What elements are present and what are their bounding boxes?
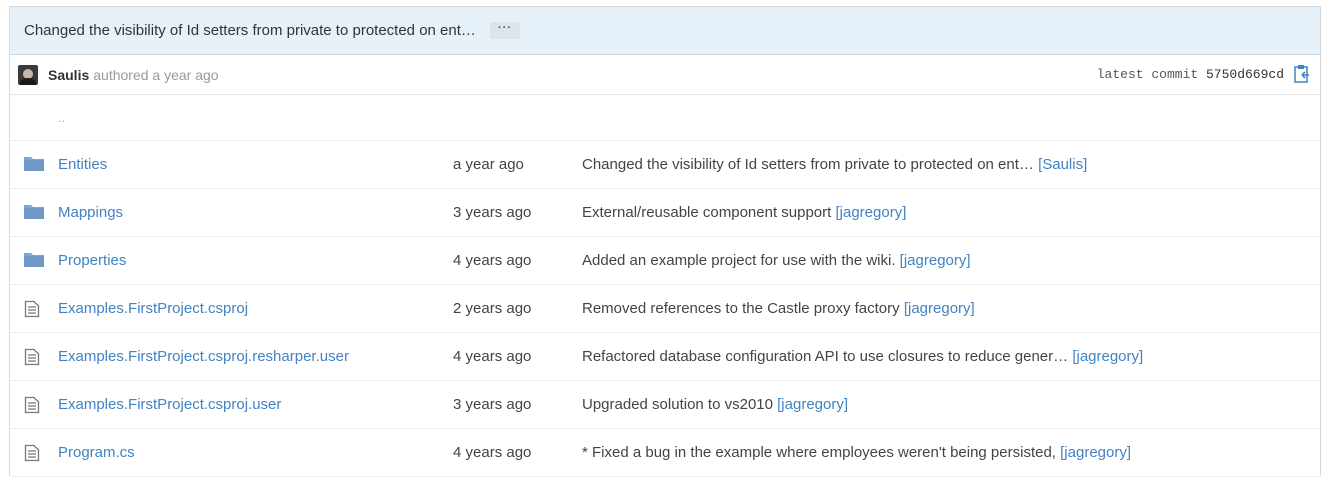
file-name-link[interactable]: Examples.FirstProject.csproj bbox=[58, 300, 248, 317]
commit-message-text[interactable]: Changed the visibility of Id setters fro… bbox=[582, 156, 1034, 173]
commit-message-text[interactable]: Upgraded solution to vs2010 bbox=[582, 396, 773, 413]
commit-message: Added an example project for use with th… bbox=[582, 252, 971, 269]
file-name-link[interactable]: Mappings bbox=[58, 204, 123, 221]
commit-author-link[interactable]: [jagregory] bbox=[1072, 348, 1143, 365]
file-name-link[interactable]: Examples.FirstProject.csproj.resharper.u… bbox=[58, 348, 349, 365]
file-name-link[interactable]: Entities bbox=[58, 156, 107, 173]
file-age: 2 years ago bbox=[453, 300, 532, 317]
commit-message: Removed references to the Castle proxy f… bbox=[582, 300, 975, 317]
file-name-link[interactable]: Program.cs bbox=[58, 444, 135, 461]
file-name-link[interactable]: Properties bbox=[58, 252, 126, 269]
commit-author-link[interactable]: [Saulis] bbox=[1038, 156, 1087, 173]
file-row: Examples.FirstProject.csproj.resharper.u… bbox=[10, 333, 1320, 381]
file-row: Examples.FirstProject.csproj.user 3 years… bbox=[10, 381, 1320, 429]
file-text-icon bbox=[24, 300, 40, 322]
commit-author-link[interactable]: [jagregory] bbox=[904, 300, 975, 317]
commit-authored-time: authored a year ago bbox=[93, 66, 219, 83]
commit-author-link[interactable]: [jagregory] bbox=[777, 396, 848, 413]
commit-meta-bar: Saulis authored a year ago latest commit… bbox=[10, 55, 1320, 95]
commit-author-link[interactable]: [jagregory] bbox=[900, 252, 971, 269]
commit-author-link[interactable]: [jagregory] bbox=[1060, 444, 1131, 461]
commit-author[interactable]: Saulis bbox=[48, 67, 89, 83]
file-browser: Changed the visibility of Id setters fro… bbox=[9, 6, 1321, 477]
file-row: Program.cs 4 years ago * Fixed a bug in th… bbox=[10, 429, 1320, 477]
commit-title[interactable]: Changed the visibility of Id setters fro… bbox=[24, 22, 476, 39]
file-row: Entities a year ago Changed the visibility… bbox=[10, 141, 1320, 189]
file-age: 3 years ago bbox=[453, 396, 532, 413]
file-age: 4 years ago bbox=[453, 252, 532, 269]
commit-message-text[interactable]: External/reusable component support bbox=[582, 204, 831, 221]
parent-directory-link[interactable]: .. bbox=[58, 110, 65, 125]
file-row: Mappings 3 years ago External/reusable com… bbox=[10, 189, 1320, 237]
expand-message-button[interactable]: ··· bbox=[489, 22, 520, 39]
file-row: Examples.FirstProject.csproj 2 years ago R… bbox=[10, 285, 1320, 333]
file-text-icon bbox=[24, 348, 40, 370]
file-row: Properties 4 years ago Added an example pr… bbox=[10, 237, 1320, 285]
commit-message: External/reusable component support [jag… bbox=[582, 204, 906, 221]
file-age: 3 years ago bbox=[453, 204, 532, 221]
commit-message: Refactored database configuration API to… bbox=[582, 348, 1143, 365]
file-age: 4 years ago bbox=[453, 348, 532, 365]
parent-directory-row[interactable]: .. bbox=[10, 95, 1320, 141]
commit-message-text[interactable]: Removed references to the Castle proxy f… bbox=[582, 300, 900, 317]
file-age: a year ago bbox=[453, 156, 524, 173]
commit-message: * Fixed a bug in the example where emplo… bbox=[582, 444, 1131, 461]
folder-icon bbox=[24, 156, 44, 176]
folder-icon bbox=[24, 204, 44, 224]
file-age: 4 years ago bbox=[453, 444, 532, 461]
latest-commit: latest commit 5750d669cd bbox=[1097, 67, 1284, 82]
commit-sha[interactable]: 5750d669cd bbox=[1206, 67, 1284, 82]
avatar[interactable] bbox=[18, 64, 38, 85]
commit-message-text[interactable]: Refactored database configuration API to… bbox=[582, 348, 1068, 365]
clipboard-icon[interactable] bbox=[1293, 64, 1311, 84]
commit-message-text[interactable]: * Fixed a bug in the example where emplo… bbox=[582, 444, 1056, 461]
commit-title-bar: Changed the visibility of Id setters fro… bbox=[10, 7, 1320, 55]
file-name-link[interactable]: Examples.FirstProject.csproj.user bbox=[58, 396, 281, 413]
commit-message-text[interactable]: Added an example project for use with th… bbox=[582, 252, 896, 269]
commit-message: Changed the visibility of Id setters fro… bbox=[582, 156, 1087, 173]
folder-icon bbox=[24, 252, 44, 272]
commit-message: Upgraded solution to vs2010 [jagregory] bbox=[582, 396, 848, 413]
commit-author-link[interactable]: [jagregory] bbox=[836, 204, 907, 221]
file-text-icon bbox=[24, 396, 40, 418]
latest-commit-label: latest commit bbox=[1096, 67, 1199, 82]
file-text-icon bbox=[24, 444, 40, 466]
